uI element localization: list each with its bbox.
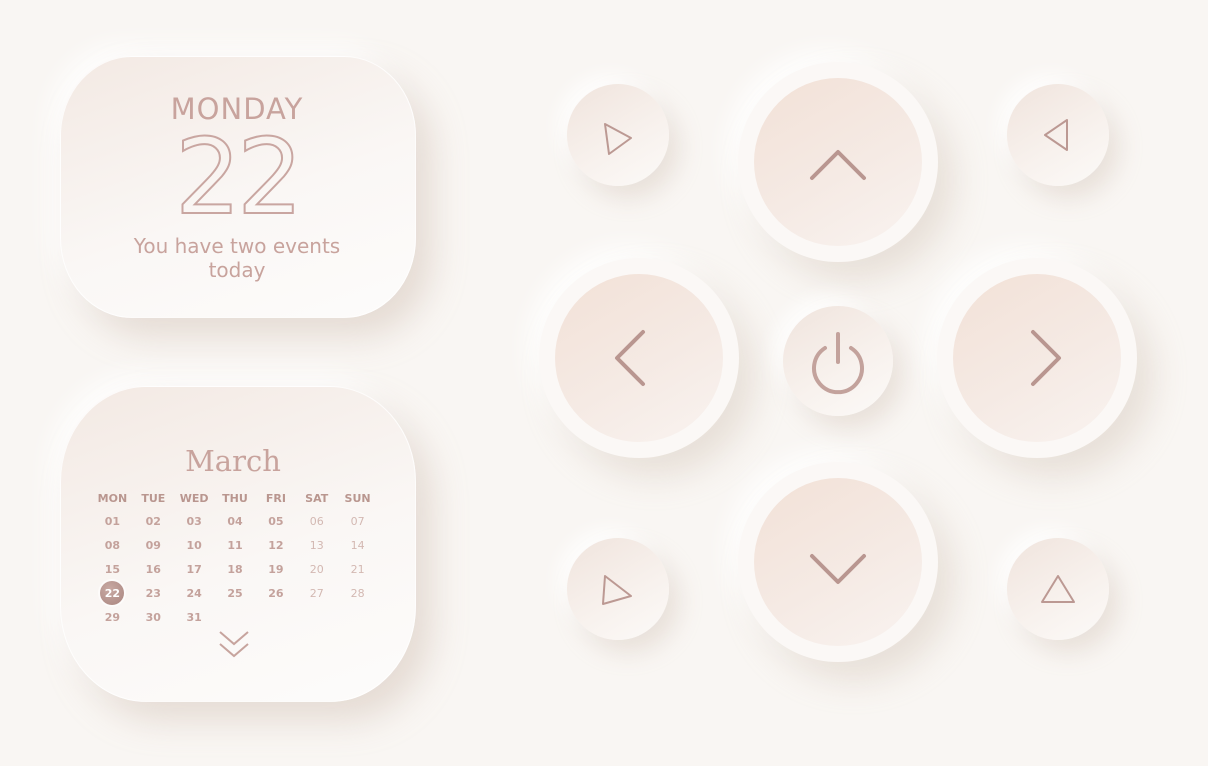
triangle-right-icon — [602, 575, 632, 605]
calendar-day[interactable]: 10 — [174, 539, 215, 552]
calendar-grid: MON TUE WED THU FRI SAT SUN 01 02 03 04 05 06 07 08 09 1… — [92, 486, 378, 629]
calendar-day[interactable]: 08 — [92, 539, 133, 552]
calendar-day[interactable]: 13 — [296, 539, 337, 552]
weekday-label: SUN — [344, 491, 371, 505]
power-icon — [812, 332, 864, 395]
calendar-day[interactable]: 31 — [174, 611, 215, 624]
calendar-day[interactable]: 20 — [296, 563, 337, 576]
weekday-label: THU — [222, 491, 248, 505]
calendar-day[interactable]: 04 — [215, 515, 256, 528]
weekday-label: TUE — [141, 491, 166, 505]
back-triangle-icon — [1044, 119, 1068, 151]
calendar-day[interactable]: 02 — [133, 515, 174, 528]
calendar-day[interactable]: 12 — [255, 539, 296, 552]
triangle-up-icon — [1041, 575, 1075, 603]
calendar-day[interactable]: 05 — [255, 515, 296, 528]
chevron-down-icon — [810, 554, 866, 584]
calendar-day[interactable]: 27 — [296, 587, 337, 600]
left-button[interactable] — [539, 258, 739, 458]
chevron-left-icon — [615, 330, 645, 386]
play-icon — [604, 123, 632, 155]
triangle-up-button[interactable] — [1007, 538, 1109, 640]
calendar-week-row: 22 23 24 25 26 27 28 — [92, 581, 378, 606]
calendar-day[interactable]: 09 — [133, 539, 174, 552]
calendar-day[interactable]: 17 — [174, 563, 215, 576]
calendar-day[interactable]: 24 — [174, 587, 215, 600]
chevron-right-icon — [1031, 330, 1061, 386]
weekday-label: SAT — [305, 491, 329, 505]
calendar-day[interactable]: 14 — [337, 539, 378, 552]
calendar-week-row: 01 02 03 04 05 06 07 — [92, 510, 378, 534]
calendar-day[interactable]: 07 — [337, 515, 378, 528]
calendar-day[interactable]: 06 — [296, 515, 337, 528]
calendar-day[interactable]: 26 — [255, 587, 296, 600]
calendar-day-selected[interactable]: 22 — [92, 581, 133, 606]
weekday-label: WED — [179, 491, 209, 505]
up-button[interactable] — [738, 62, 938, 262]
play-button[interactable] — [567, 84, 669, 186]
events-summary: You have two events today — [133, 234, 341, 282]
calendar-day[interactable]: 21 — [337, 563, 378, 576]
weekday-label: MON — [97, 491, 128, 505]
calendar-day[interactable]: 30 — [133, 611, 174, 624]
calendar-month: March — [185, 444, 281, 478]
power-button[interactable] — [783, 306, 893, 416]
calendar-day[interactable]: 28 — [337, 587, 378, 600]
calendar-day[interactable]: 18 — [215, 563, 256, 576]
calendar-week-row: 08 09 10 11 12 13 14 — [92, 534, 378, 558]
calendar-day[interactable]: 29 — [92, 611, 133, 624]
calendar-day[interactable]: 25 — [215, 587, 256, 600]
right-button[interactable] — [937, 258, 1137, 458]
calendar-day[interactable]: 11 — [215, 539, 256, 552]
calendar-day[interactable]: 23 — [133, 587, 174, 600]
weekday-label: FRI — [265, 491, 286, 505]
calendar-weekday-header: MON TUE WED THU FRI SAT SUN — [92, 486, 378, 510]
calendar-day[interactable]: 01 — [92, 515, 133, 528]
calendar-day[interactable]: 16 — [133, 563, 174, 576]
calendar-week-row: 15 16 17 18 19 20 21 — [92, 558, 378, 582]
calendar-day[interactable]: 15 — [92, 563, 133, 576]
calendar-day[interactable]: 03 — [174, 515, 215, 528]
day-number: 22 — [174, 116, 304, 238]
back-button[interactable] — [1007, 84, 1109, 186]
chevron-up-icon — [810, 150, 866, 180]
triangle-right-button[interactable] — [567, 538, 669, 640]
double-chevron-down-icon[interactable] — [216, 628, 252, 664]
calendar-week-row: 29 30 31 — [92, 605, 378, 629]
calendar-day[interactable]: 19 — [255, 563, 296, 576]
down-button[interactable] — [738, 462, 938, 662]
